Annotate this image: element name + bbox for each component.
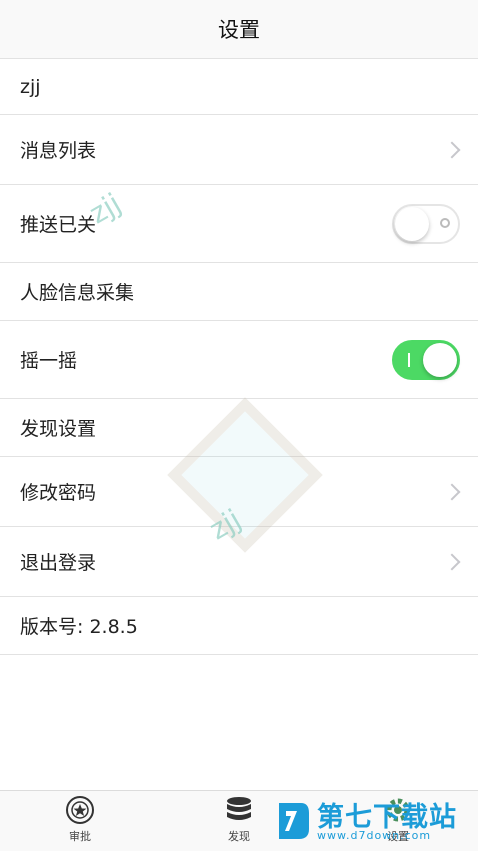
logout-row[interactable]: 退出登录 [0, 527, 478, 597]
toggle-knob [423, 342, 457, 377]
nav-bar: 设置 [0, 0, 478, 59]
tab-approval-label: 审批 [69, 830, 91, 843]
brand-logo-icon [279, 803, 309, 839]
version-label: 版本号: 2.8.5 [20, 616, 138, 638]
message-list-label: 消息列表 [20, 140, 97, 162]
push-label: 推送已关 [20, 214, 97, 236]
page-title: 设置 [218, 18, 260, 42]
toggle-off-mark-icon [440, 217, 450, 228]
face-capture-row[interactable]: 人脸信息采集 [0, 263, 478, 321]
discover-settings-row[interactable]: 发现设置 [0, 399, 478, 457]
database-stack-icon [227, 797, 251, 820]
chevron-right-icon [443, 483, 461, 500]
brand-watermark: 第七下载站 www.d7down.com [277, 793, 472, 849]
change-password-row[interactable]: 修改密码 [0, 457, 478, 527]
change-password-label: 修改密码 [20, 482, 97, 504]
tab-discover-label: 发现 [228, 830, 250, 843]
brand-url: www.d7down.com [317, 829, 432, 842]
chevron-right-icon [443, 141, 461, 158]
tab-discover[interactable]: 发现 [199, 791, 279, 851]
tab-approval[interactable]: 审批 [40, 791, 120, 851]
approval-badge-icon [66, 796, 94, 824]
discover-settings-label: 发现设置 [20, 418, 97, 440]
message-list-row[interactable]: 消息列表 [0, 115, 478, 185]
shake-toggle[interactable] [392, 339, 460, 380]
logout-label: 退出登录 [20, 552, 97, 574]
shake-row: 摇一摇 [0, 321, 478, 399]
shake-label: 摇一摇 [20, 350, 78, 372]
face-capture-label: 人脸信息采集 [20, 282, 135, 304]
username-label: zjj [20, 75, 41, 98]
push-toggle[interactable] [392, 203, 460, 244]
chevron-right-icon [443, 553, 461, 570]
toggle-on-mark-icon [408, 352, 410, 367]
version-row: 版本号: 2.8.5 [0, 597, 478, 655]
toggle-knob [395, 206, 429, 241]
push-row: 推送已关 [0, 185, 478, 263]
username-row: zjj [0, 59, 478, 115]
tab-bar: 审批 发现 设置 第七下载站 www.d7down.com [0, 790, 478, 851]
